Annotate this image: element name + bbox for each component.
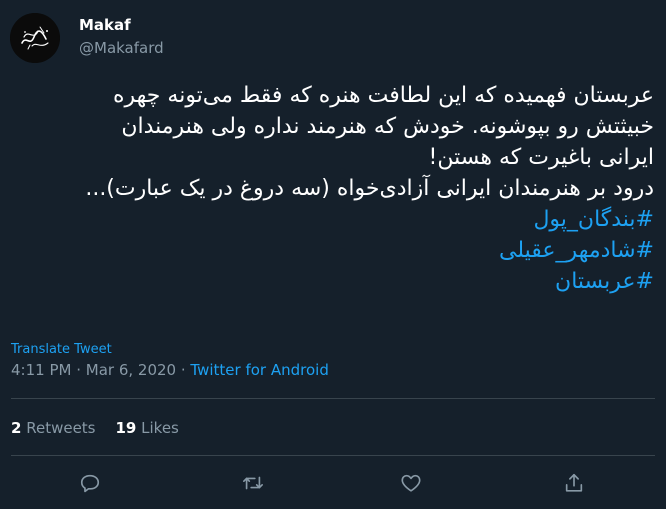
- hashtag-link[interactable]: #عربستان: [14, 266, 654, 297]
- retweet-icon: [243, 476, 263, 490]
- user-handle[interactable]: @Makafard: [79, 39, 164, 57]
- reply-icon: [80, 474, 100, 493]
- divider: [11, 398, 655, 399]
- tweet-line: خبیثتش رو بپوشونه. خودش که هنرمند نداره …: [121, 114, 654, 139]
- display-name[interactable]: Makaf: [79, 16, 131, 34]
- meta-separator: ·: [176, 361, 191, 379]
- likes-count: 19: [115, 419, 137, 437]
- tweet-date[interactable]: Mar 6, 2020: [86, 361, 176, 379]
- tweet-time[interactable]: 4:11 PM: [11, 361, 71, 379]
- like-icon: [401, 474, 421, 492]
- likes-stat[interactable]: 19 Likes: [116, 419, 179, 437]
- translate-tweet-link[interactable]: Translate Tweet: [11, 342, 112, 358]
- tweet-text: عربستان فهمیده که این لطافت هنره که فقط …: [14, 80, 654, 297]
- reply-button[interactable]: [77, 470, 103, 496]
- divider: [11, 455, 655, 456]
- retweets-label: Retweets: [26, 419, 96, 437]
- meta-separator: ·: [71, 361, 86, 379]
- avatar[interactable]: [10, 13, 60, 63]
- hashtag-link[interactable]: #بندگان_پول: [14, 204, 654, 235]
- retweets-stat[interactable]: 2 Retweets: [11, 419, 96, 437]
- hashtag-link[interactable]: #شادمهر_عقیلی: [14, 235, 654, 266]
- like-button[interactable]: [398, 470, 424, 496]
- calligraphy-logo-icon: [10, 13, 60, 63]
- likes-label: Likes: [141, 419, 179, 437]
- tweet-line: درود بر هنرمندان ایرانی آزادی‌خواه (سه د…: [85, 176, 654, 201]
- share-icon: [565, 473, 583, 492]
- tweet-source-link[interactable]: Twitter for Android: [190, 361, 328, 379]
- tweet-actions: [0, 470, 666, 498]
- tweet-meta: 4:11 PM · Mar 6, 2020 · Twitter for Andr…: [11, 361, 329, 379]
- retweets-count: 2: [11, 419, 22, 437]
- tweet-line: ایرانی باغیرت که هستن!: [428, 145, 654, 170]
- retweet-button[interactable]: [240, 470, 266, 496]
- share-button[interactable]: [561, 470, 587, 496]
- tweet-stats: 2 Retweets 19 Likes: [11, 419, 179, 437]
- tweet-card: Makaf @Makafard عربستان فهمیده که این لط…: [0, 0, 666, 509]
- tweet-line: عربستان فهمیده که این لطافت هنره که فقط …: [113, 83, 654, 108]
